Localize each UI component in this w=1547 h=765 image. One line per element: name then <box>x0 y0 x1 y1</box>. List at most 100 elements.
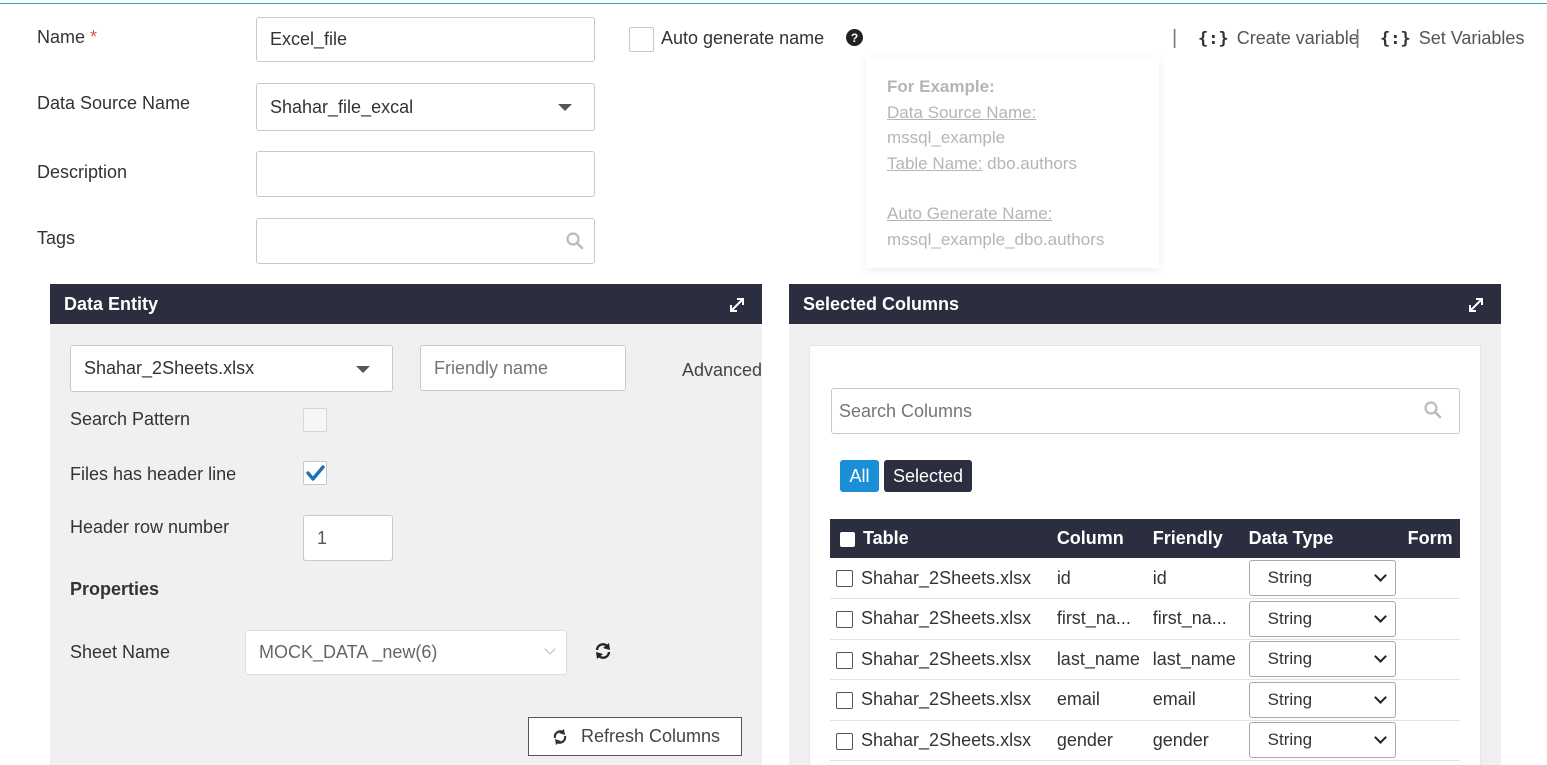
data-type-select[interactable]: String <box>1248 560 1396 596</box>
row-format <box>1401 558 1460 599</box>
required-asterisk: * <box>90 27 98 47</box>
tooltip-ds-value: mssql_example <box>887 128 1006 147</box>
table-row: Shahar_2Sheets.xlsx gender gender String <box>830 720 1460 761</box>
row-checkbox[interactable] <box>836 651 853 669</box>
row-friendly[interactable]: email <box>1146 679 1243 721</box>
chevron-down-icon <box>558 104 572 111</box>
header-row-label: Header row number <box>70 517 230 537</box>
variable-icon: {:} <box>1198 28 1229 49</box>
data-type-select[interactable]: String <box>1248 722 1396 759</box>
expand-icon[interactable] <box>1467 296 1485 314</box>
header-row-input[interactable]: 1 <box>303 515 393 561</box>
table-row: Shahar_2Sheets.xlsx first_na... first_na… <box>830 598 1460 640</box>
row-format <box>1401 639 1460 680</box>
chevron-down-icon <box>1373 690 1387 704</box>
filter-all-button[interactable]: All <box>840 460 879 492</box>
variable-icon: {:} <box>1380 28 1411 49</box>
row-table: Shahar_2Sheets.xlsx <box>861 648 1032 669</box>
name-label-text: Name <box>37 27 86 47</box>
help-icon[interactable]: ? <box>846 29 863 46</box>
expand-icon[interactable] <box>728 296 746 314</box>
table-header-row: Table Column Friendly Data Type Form <box>830 519 1460 558</box>
data-entity-header: Data Entity <box>50 284 762 324</box>
name-label: Name * <box>37 27 97 48</box>
header-friendly: Friendly <box>1146 519 1243 558</box>
auto-generate-checkbox[interactable] <box>629 27 654 52</box>
row-friendly[interactable]: gender <box>1146 720 1243 761</box>
refresh-columns-label: Refresh Columns <box>581 726 721 746</box>
header-table-label: Table <box>863 528 909 548</box>
row-format <box>1401 598 1460 640</box>
datasource-select-value: Shahar_file_excal <box>270 96 414 117</box>
sync-icon[interactable] <box>594 642 612 660</box>
table-row: Shahar_2Sheets.xlsx id id String <box>830 558 1460 599</box>
name-input-value: Excel_file <box>270 29 348 49</box>
file-select-value: Shahar_2Sheets.xlsx <box>84 358 255 378</box>
toolbar-separator: | <box>1355 27 1361 49</box>
chevron-down-icon <box>1373 569 1387 582</box>
search-pattern-label: Search Pattern <box>70 409 191 429</box>
name-input[interactable]: Excel_file <box>256 17 595 62</box>
data-type-value: String <box>1267 689 1313 709</box>
row-friendly[interactable]: id <box>1146 558 1243 599</box>
chevron-down-icon <box>1373 609 1387 623</box>
set-variables-link[interactable]: {:} Set Variables <box>1380 28 1524 49</box>
row-checkbox[interactable] <box>836 570 853 588</box>
chevron-down-icon <box>544 643 556 655</box>
tooltip-table-label: Table Name: <box>887 153 983 173</box>
row-checkbox[interactable] <box>836 611 853 628</box>
row-friendly[interactable]: first_na... <box>1146 598 1243 640</box>
row-column: email <box>1050 679 1147 721</box>
friendly-name-input[interactable] <box>420 345 626 391</box>
row-checkbox[interactable] <box>836 692 853 709</box>
search-icon <box>566 232 584 250</box>
data-type-value: String <box>1267 730 1313 750</box>
row-column: gender <box>1050 720 1147 761</box>
columns-table-wrap: Table Column Friendly Data Type Form Sha… <box>830 519 1460 765</box>
sheet-name-select[interactable]: MOCK_DATA _new(6) <box>245 630 567 675</box>
search-columns-input[interactable] <box>831 388 1460 434</box>
checkmark-icon <box>306 465 325 481</box>
tooltip-ds-label: Data Source Name: <box>887 102 1037 122</box>
properties-heading: Properties <box>70 579 160 599</box>
refresh-columns-button[interactable]: Refresh Columns <box>528 717 742 756</box>
auto-generate-label: Auto generate name <box>661 28 825 48</box>
data-type-value: String <box>1267 649 1313 669</box>
row-checkbox[interactable] <box>836 732 853 750</box>
chevron-down-icon <box>1373 731 1387 745</box>
header-line-checkbox[interactable] <box>303 461 327 485</box>
header-column: Column <box>1050 519 1147 558</box>
header-table: Table <box>830 519 1051 558</box>
sheet-name-value: MOCK_DATA _new(6) <box>259 642 438 662</box>
create-variable-link[interactable]: {:} Create variable <box>1198 28 1359 49</box>
datasource-label: Data Source Name <box>37 93 191 113</box>
selected-columns-title: Selected Columns <box>803 293 960 314</box>
tooltip-title: For Example: <box>887 77 995 96</box>
description-input[interactable] <box>256 151 595 197</box>
selected-columns-header: Selected Columns <box>789 284 1501 324</box>
search-pattern-checkbox[interactable] <box>303 408 327 432</box>
tags-input[interactable] <box>256 218 595 264</box>
header-format: Form <box>1401 519 1460 558</box>
select-all-checkbox[interactable] <box>840 531 855 547</box>
top-accent-line <box>0 3 1547 4</box>
advanced-link[interactable]: Advanced <box>682 360 762 381</box>
tags-label: Tags <box>37 228 76 248</box>
data-type-select[interactable]: String <box>1248 600 1396 637</box>
toolbar-separator: | <box>1172 27 1178 49</box>
header-data-type: Data Type <box>1242 519 1402 558</box>
data-type-select[interactable]: String <box>1248 641 1396 678</box>
filter-selected-button[interactable]: Selected <box>884 460 972 492</box>
tooltip-auto-label: Auto Generate Name: <box>887 204 1053 223</box>
row-column: last_name <box>1050 639 1147 680</box>
row-table: Shahar_2Sheets.xlsx <box>861 729 1032 750</box>
example-tooltip: For Example: Data Source Name: mssql_exa… <box>866 58 1159 268</box>
data-type-select[interactable]: String <box>1248 681 1396 718</box>
chevron-down-icon <box>1373 650 1387 664</box>
file-select[interactable]: Shahar_2Sheets.xlsx <box>70 345 393 392</box>
row-friendly[interactable]: last_name <box>1146 639 1243 680</box>
row-table: Shahar_2Sheets.xlsx <box>861 608 1032 629</box>
row-table: Shahar_2Sheets.xlsx <box>861 567 1032 588</box>
datasource-select[interactable]: Shahar_file_excal <box>256 83 595 131</box>
data-type-value: String <box>1267 608 1313 628</box>
